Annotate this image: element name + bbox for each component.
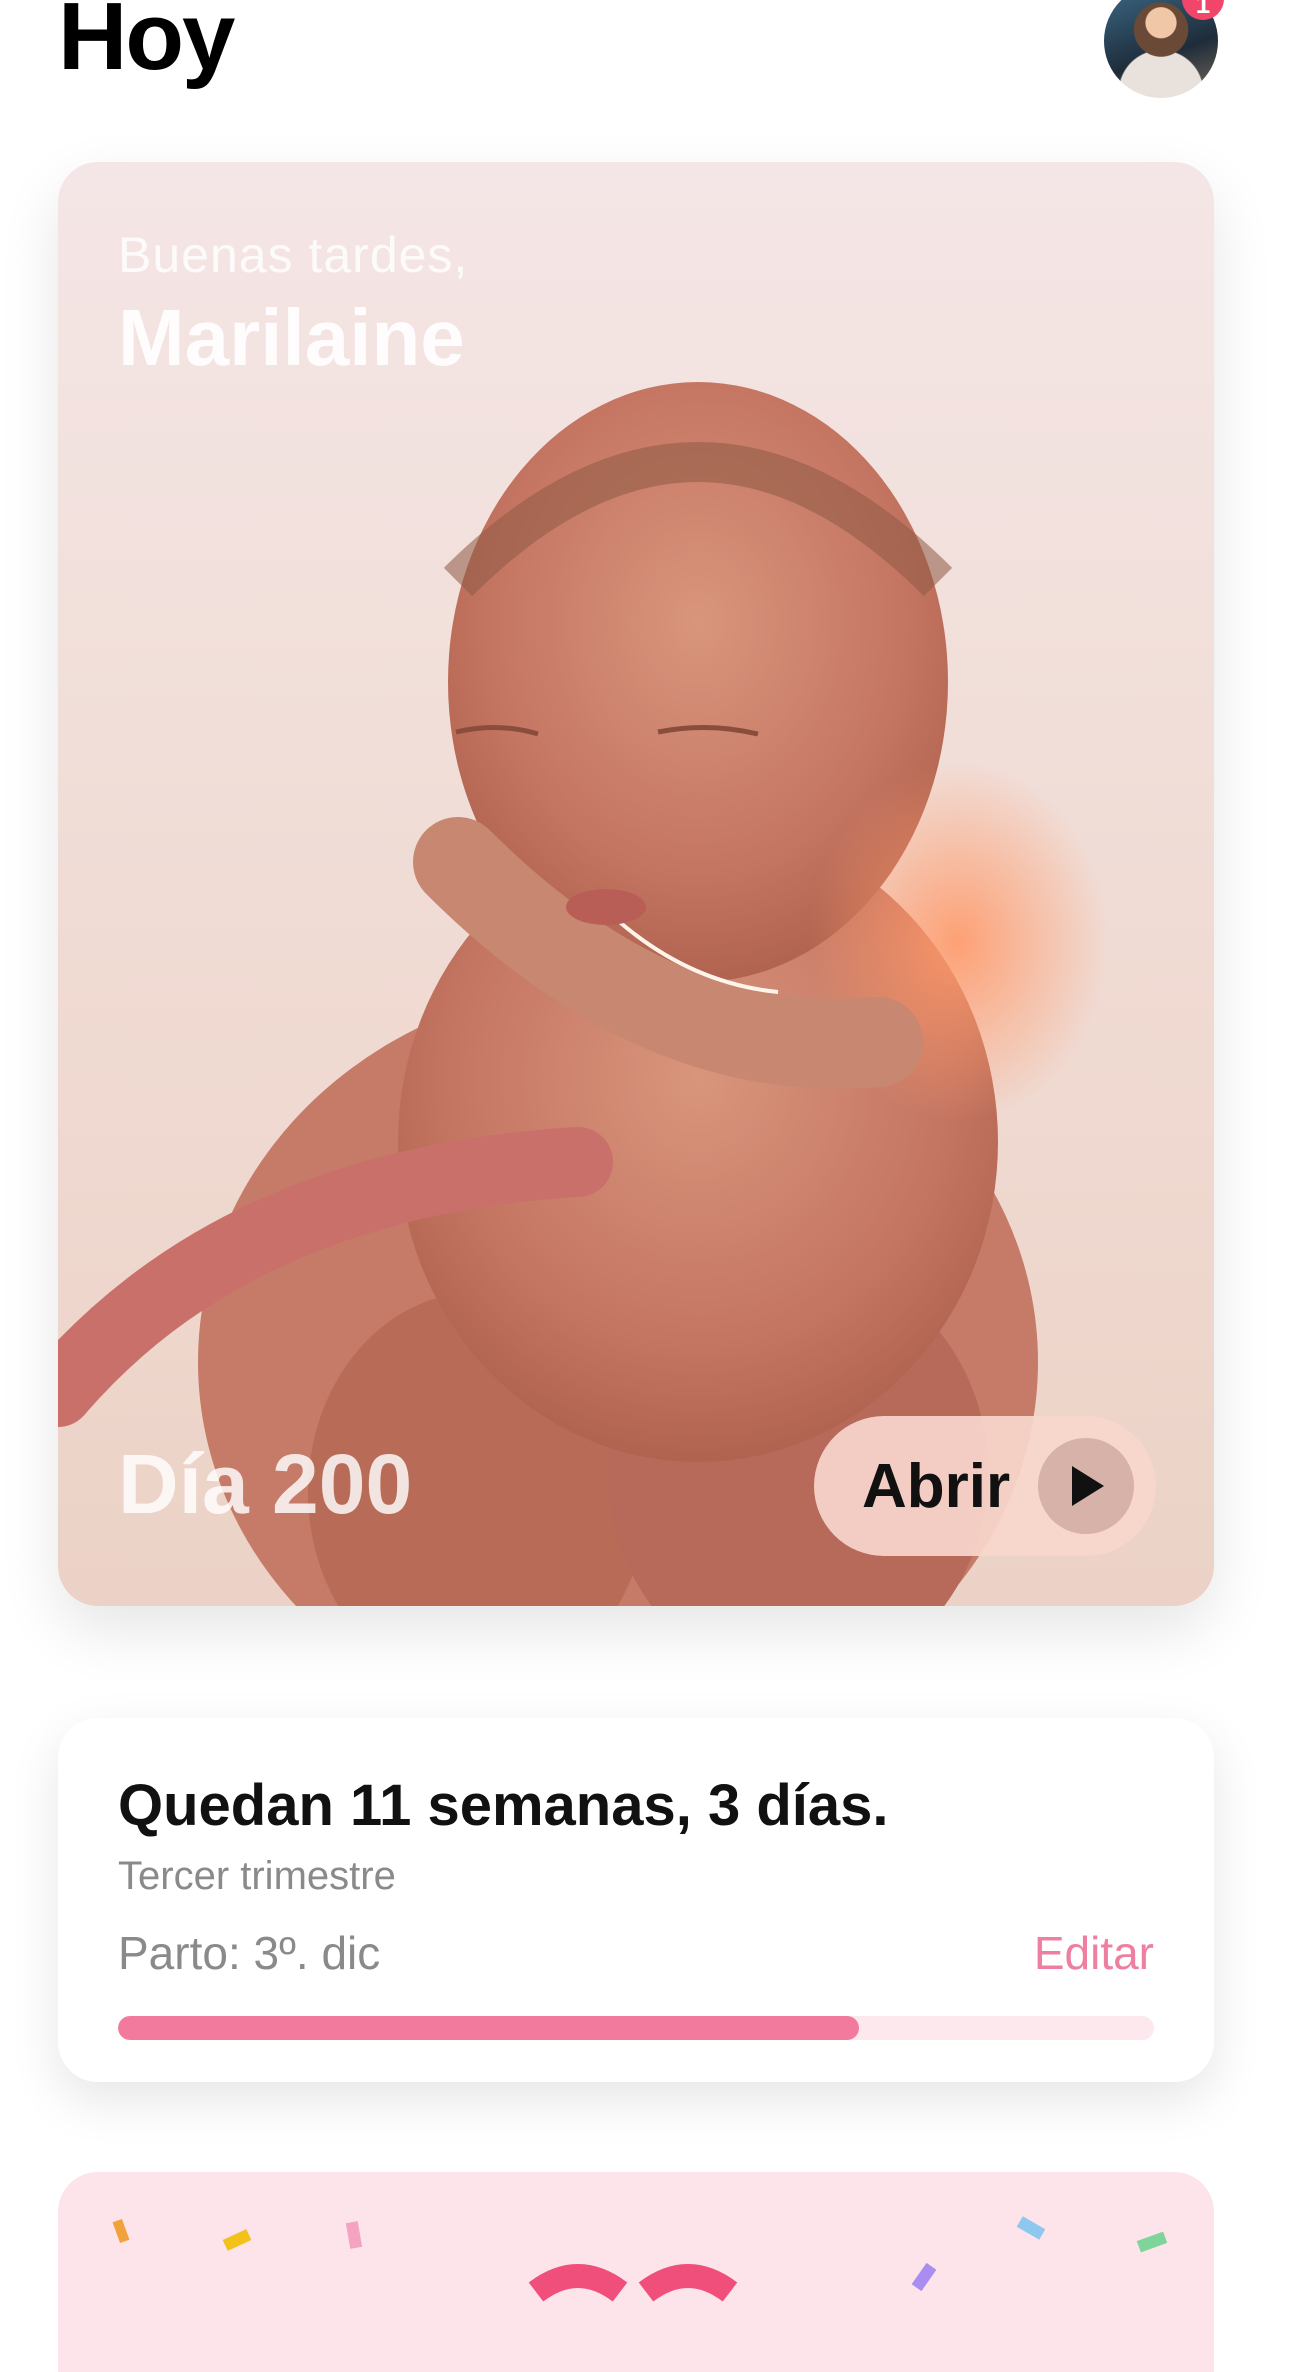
- progress-bar: [118, 2016, 1154, 2040]
- progress-bar-fill: [118, 2016, 859, 2040]
- greeting-text: Buenas tardes,: [118, 227, 469, 283]
- celebration-card[interactable]: [58, 2172, 1214, 2372]
- open-button[interactable]: Abrir: [814, 1416, 1156, 1556]
- page-title: Hoy: [58, 0, 235, 90]
- user-name: Marilaine: [118, 293, 465, 382]
- due-date: Parto: 3º. dic: [118, 1927, 381, 1979]
- day-counter: Día 200: [118, 1437, 413, 1531]
- today-hero-card[interactable]: Buenas tardes, Marilaine Día 200 Abrir: [58, 162, 1214, 1606]
- play-icon: [1038, 1438, 1134, 1534]
- weeks-remaining: Quedan 11 semanas, 3 días.: [118, 1773, 889, 1838]
- open-button-label: Abrir: [862, 1451, 1011, 1521]
- trimester-label: Tercer trimestre: [118, 1854, 396, 1898]
- confetti-decoration: [112, 2216, 1168, 2302]
- edit-button[interactable]: Editar: [1034, 1926, 1154, 1980]
- pregnancy-progress-card[interactable]: Quedan 11 semanas, 3 días. Tercer trimes…: [58, 1718, 1214, 2082]
